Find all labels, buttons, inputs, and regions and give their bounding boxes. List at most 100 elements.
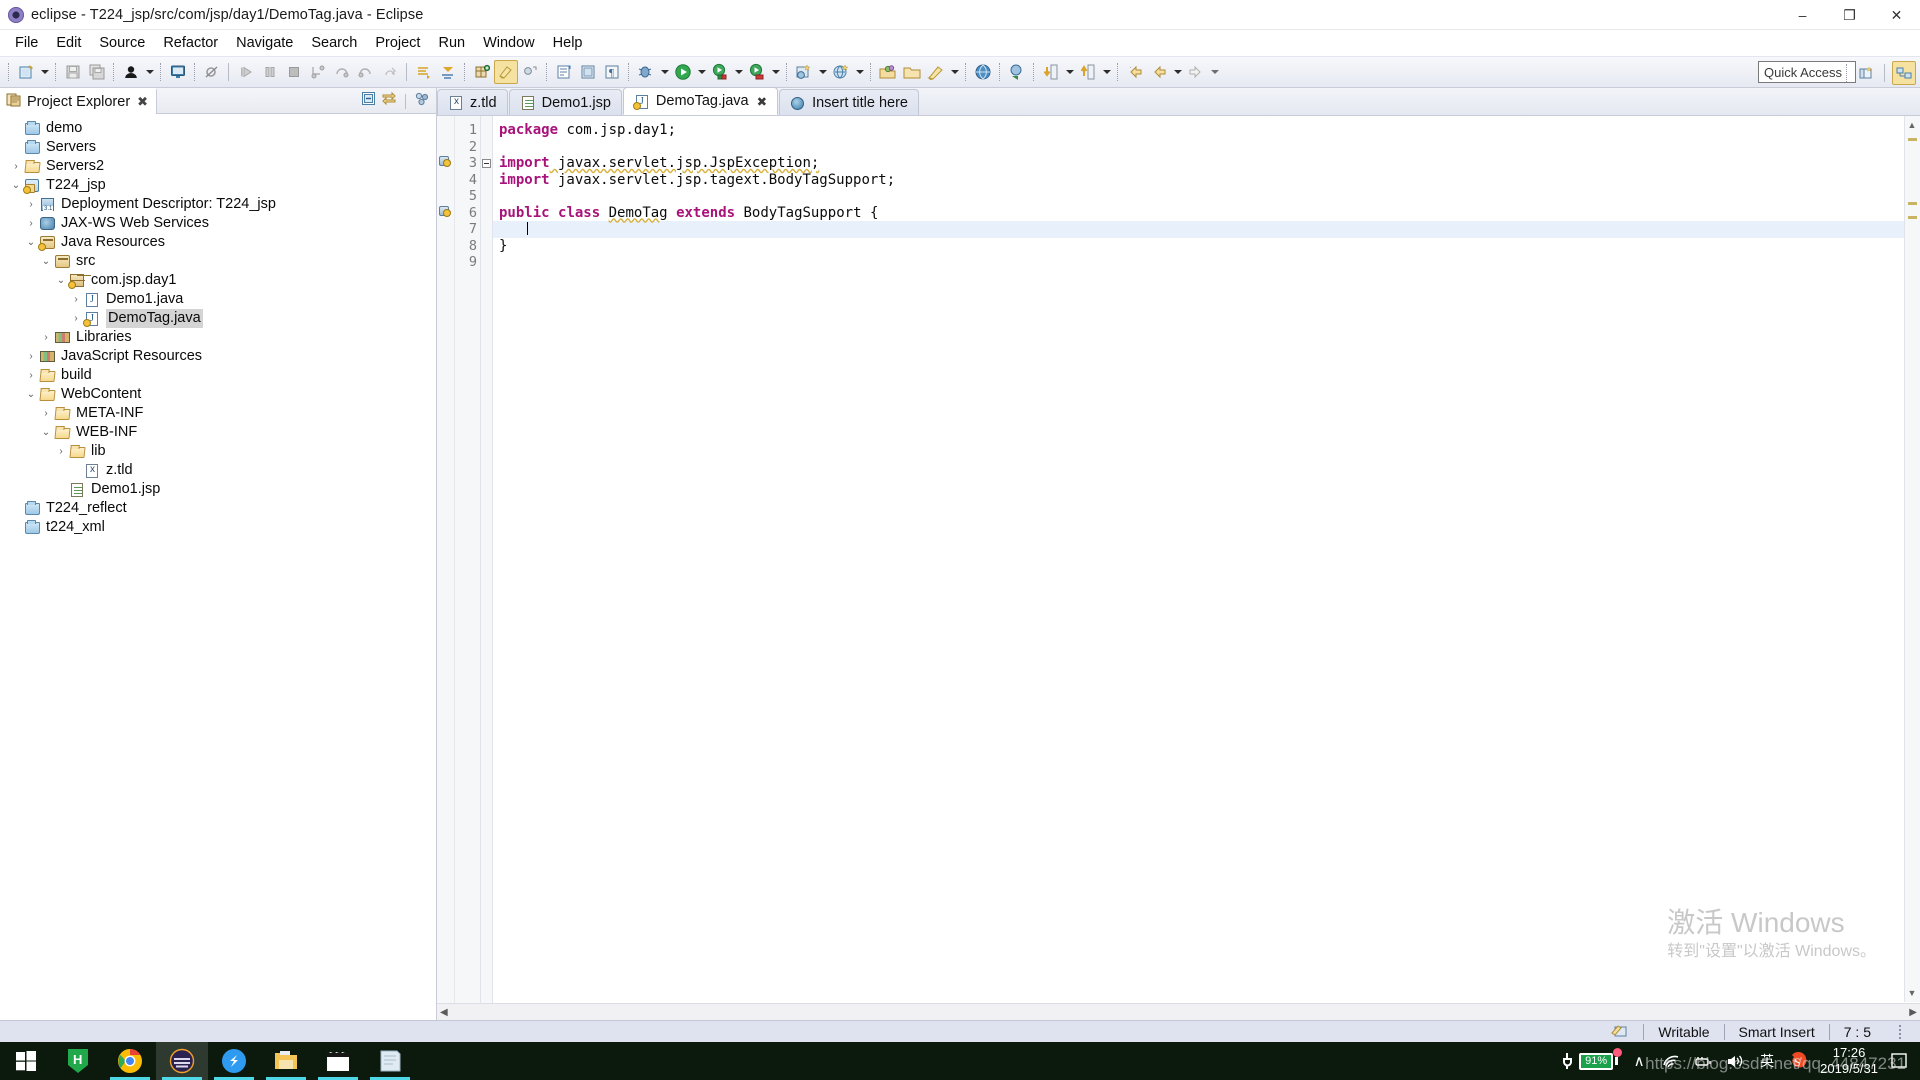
warning-annotation-icon[interactable]: [439, 155, 452, 168]
run-server-dropdown-icon[interactable]: [732, 60, 745, 84]
taskbar-file-explorer[interactable]: [260, 1042, 312, 1080]
new-java-class-icon[interactable]: [494, 60, 518, 84]
new-java-interface-icon[interactable]: [518, 60, 542, 84]
open-task-icon[interactable]: [576, 60, 600, 84]
tree-item[interactable]: z.tld: [0, 461, 436, 480]
back-icon[interactable]: [1123, 60, 1147, 84]
open-perspective-button[interactable]: [1854, 61, 1878, 85]
scroll-down-arrow[interactable]: ▼: [1905, 986, 1919, 1000]
editor-tab[interactable]: Demo1.jsp: [508, 89, 622, 115]
import-icon[interactable]: [1076, 60, 1100, 84]
show-hidden-icons-chevron-icon[interactable]: ∧: [1628, 1050, 1650, 1072]
tree-item[interactable]: › JavaScript Resources: [0, 347, 436, 366]
code-line[interactable]: [493, 188, 1920, 205]
maximize-button[interactable]: ❐: [1826, 0, 1873, 30]
taskbar-clock[interactable]: 17:26 2019/5/31: [1820, 1045, 1878, 1077]
code-line[interactable]: [493, 221, 1920, 238]
open-perspective-icon[interactable]: [876, 60, 900, 84]
import-dropdown-icon[interactable]: [1100, 60, 1113, 84]
editor-tab[interactable]: z.tld: [437, 89, 508, 115]
terminate-icon[interactable]: [282, 60, 306, 84]
close-icon[interactable]: ✖: [137, 94, 148, 110]
tree-item[interactable]: › Libraries: [0, 328, 436, 347]
code-line[interactable]: [493, 139, 1920, 156]
warning-annotation-icon[interactable]: [439, 205, 452, 218]
menu-refactor[interactable]: Refactor: [154, 32, 227, 54]
start-button[interactable]: [0, 1042, 52, 1080]
new-server-dropdown-icon[interactable]: [816, 60, 829, 84]
back-dropdown-icon[interactable]: [1171, 60, 1184, 84]
resume-icon[interactable]: [234, 60, 258, 84]
new-wizard-icon[interactable]: [14, 60, 38, 84]
drop-to-frame-icon[interactable]: [378, 60, 402, 84]
ime-language-icon[interactable]: 英: [1756, 1050, 1778, 1072]
collapsed-arrow-icon[interactable]: ›: [53, 442, 69, 461]
code-line[interactable]: }: [493, 238, 1920, 255]
code-line[interactable]: public class DemoTag extends BodyTagSupp…: [493, 205, 1920, 222]
step-into-icon[interactable]: [306, 60, 330, 84]
export-dropdown-icon[interactable]: [1063, 60, 1076, 84]
taskbar-chrome[interactable]: [104, 1042, 156, 1080]
taskbar-explorer-s[interactable]: [208, 1042, 260, 1080]
new-java-package-icon[interactable]: [470, 60, 494, 84]
horizontal-scrollbar[interactable]: ◀ ▶: [437, 1003, 1920, 1020]
tree-item[interactable]: › Demo1.java: [0, 290, 436, 309]
close-button[interactable]: ✕: [1873, 0, 1920, 30]
wifi-icon[interactable]: [1660, 1050, 1682, 1072]
run-server-icon[interactable]: [708, 60, 732, 84]
tree-item[interactable]: ⌄ WebContent: [0, 385, 436, 404]
tree-item[interactable]: ⌄ src: [0, 252, 436, 271]
network-icon[interactable]: [1692, 1050, 1714, 1072]
menu-file[interactable]: File: [6, 32, 47, 54]
save-icon[interactable]: [61, 60, 85, 84]
step-over-icon[interactable]: [330, 60, 354, 84]
tree-item[interactable]: Demo1.jsp: [0, 480, 436, 499]
export-icon[interactable]: [1039, 60, 1063, 84]
collapsed-arrow-icon[interactable]: ›: [68, 290, 84, 309]
step-return-icon[interactable]: [354, 60, 378, 84]
collapsed-arrow-icon[interactable]: ›: [23, 347, 39, 366]
tree-item[interactable]: › DemoTag.java: [0, 309, 436, 328]
menu-edit[interactable]: Edit: [47, 32, 90, 54]
menu-search[interactable]: Search: [302, 32, 366, 54]
new-dynamic-project-icon[interactable]: [829, 60, 853, 84]
tree-item[interactable]: t224_xml: [0, 518, 436, 537]
taskbar-notepad[interactable]: [364, 1042, 416, 1080]
expanded-arrow-icon[interactable]: ⌄: [38, 252, 54, 271]
source-text[interactable]: package com.jsp.day1; import javax.servl…: [493, 116, 1920, 1020]
menu-source[interactable]: Source: [90, 32, 154, 54]
status-resize-handle[interactable]: [1899, 1024, 1902, 1039]
annotation-ruler[interactable]: [437, 116, 455, 1020]
tree-item[interactable]: › lib: [0, 442, 436, 461]
tree-item[interactable]: T224_reflect: [0, 499, 436, 518]
forward-icon[interactable]: [1184, 60, 1208, 84]
tree-item[interactable]: ⌄ T224_jsp: [0, 176, 436, 195]
collapsed-arrow-icon[interactable]: ›: [68, 309, 84, 328]
open-type-icon[interactable]: [552, 60, 576, 84]
battery-indicator[interactable]: 91%: [1560, 1048, 1623, 1070]
next-annotation-icon[interactable]: [412, 60, 436, 84]
scroll-up-arrow[interactable]: ▲: [1905, 118, 1919, 132]
run-icon[interactable]: [671, 60, 695, 84]
collapsed-arrow-icon[interactable]: ›: [8, 157, 24, 176]
scroll-right-arrow[interactable]: ▶: [1909, 1007, 1917, 1018]
java-ee-perspective-button[interactable]: [1892, 61, 1916, 85]
run-dropdown-icon[interactable]: [695, 60, 708, 84]
tree-item[interactable]: ⌄ WEB-INF: [0, 423, 436, 442]
user-dropdown-icon[interactable]: [143, 60, 156, 84]
stop-server-icon[interactable]: [745, 60, 769, 84]
tree-item[interactable]: demo: [0, 119, 436, 138]
tab-project-explorer[interactable]: Project Explorer ✖: [0, 88, 158, 114]
menu-run[interactable]: Run: [429, 32, 474, 54]
taskbar-hbuilder[interactable]: H: [52, 1042, 104, 1080]
expanded-arrow-icon[interactable]: ⌄: [8, 176, 24, 195]
expanded-arrow-icon[interactable]: ⌄: [23, 385, 39, 404]
code-line[interactable]: package com.jsp.day1;: [493, 122, 1920, 139]
back2-icon[interactable]: [1147, 60, 1171, 84]
previous-annotation-icon[interactable]: [436, 60, 460, 84]
collapsed-arrow-icon[interactable]: ›: [38, 328, 54, 347]
tree-item[interactable]: ⌄ Java Resources: [0, 233, 436, 252]
save-all-icon[interactable]: [85, 60, 109, 84]
debug-icon[interactable]: [634, 60, 658, 84]
menu-navigate[interactable]: Navigate: [227, 32, 302, 54]
